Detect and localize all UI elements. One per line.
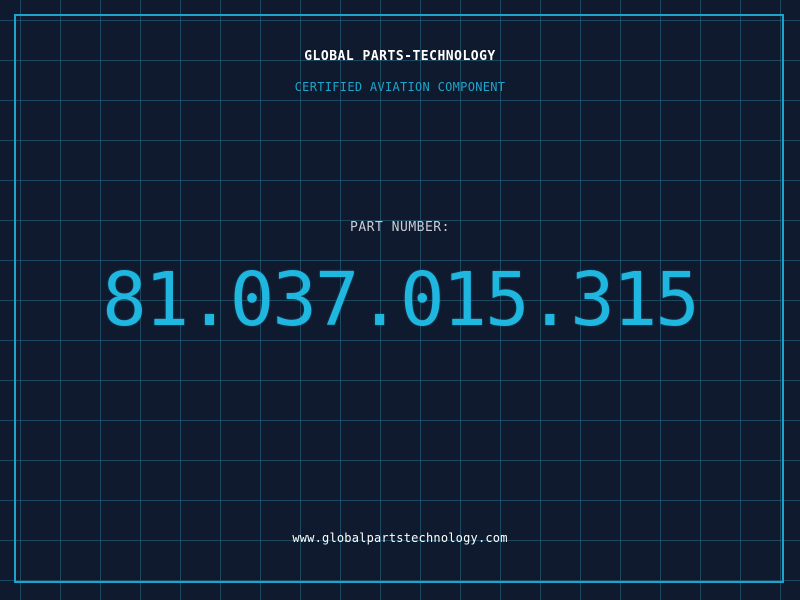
brand-name: GLOBAL PARTS-TECHNOLOGY (304, 49, 496, 64)
website-url: www.globalpartstechnology.com (292, 531, 508, 545)
part-number-label: PART NUMBER: (350, 220, 450, 235)
brand-tagline: CERTIFIED AVIATION COMPONENT (294, 80, 506, 94)
part-number-value: 81.037.015.315 (102, 257, 700, 343)
